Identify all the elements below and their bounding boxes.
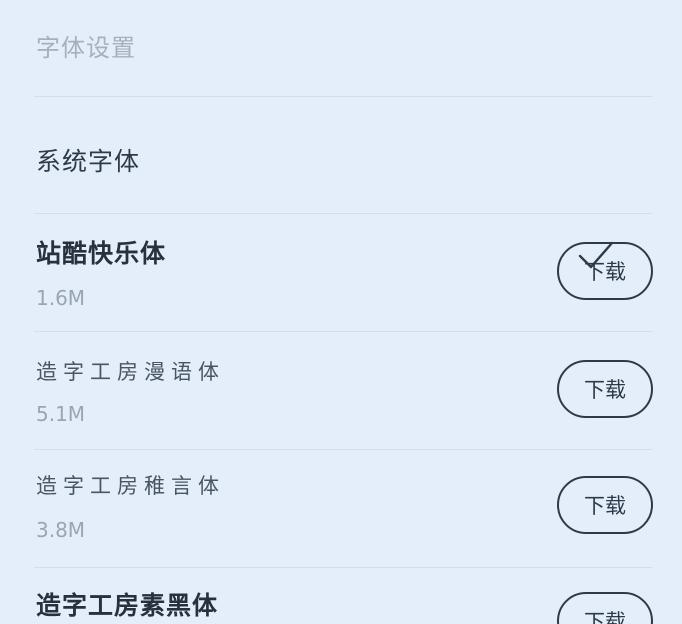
- font-size: 3.8M: [36, 518, 86, 542]
- page-title: 字体设置: [36, 34, 136, 62]
- font-name: 造字工房稚言体: [36, 474, 225, 498]
- download-button[interactable]: 下载: [557, 476, 653, 534]
- font-option-manyu[interactable]: 造字工房漫语体 5.1M 下载: [0, 332, 682, 450]
- font-size: 1.6M: [36, 286, 86, 310]
- font-option-zcool-happy[interactable]: 站酷快乐体 1.6M 下载: [0, 214, 682, 332]
- divider: [34, 96, 652, 97]
- font-name: 站酷快乐体: [36, 239, 167, 268]
- font-name: 造字工房素黑体: [36, 591, 219, 620]
- font-name: 系统字体: [36, 147, 141, 176]
- font-size: 5.1M: [36, 402, 86, 426]
- font-name: 造字工房漫语体: [36, 360, 225, 384]
- download-button[interactable]: 下载: [557, 592, 653, 624]
- download-button[interactable]: 下载: [557, 242, 653, 300]
- download-button[interactable]: 下载: [557, 360, 653, 418]
- font-option-zhiyan[interactable]: 造字工房稚言体 3.8M 下载: [0, 450, 682, 568]
- font-option-suhei[interactable]: 造字工房素黑体 下载: [0, 568, 682, 624]
- font-option-system[interactable]: 系统字体: [0, 100, 682, 269]
